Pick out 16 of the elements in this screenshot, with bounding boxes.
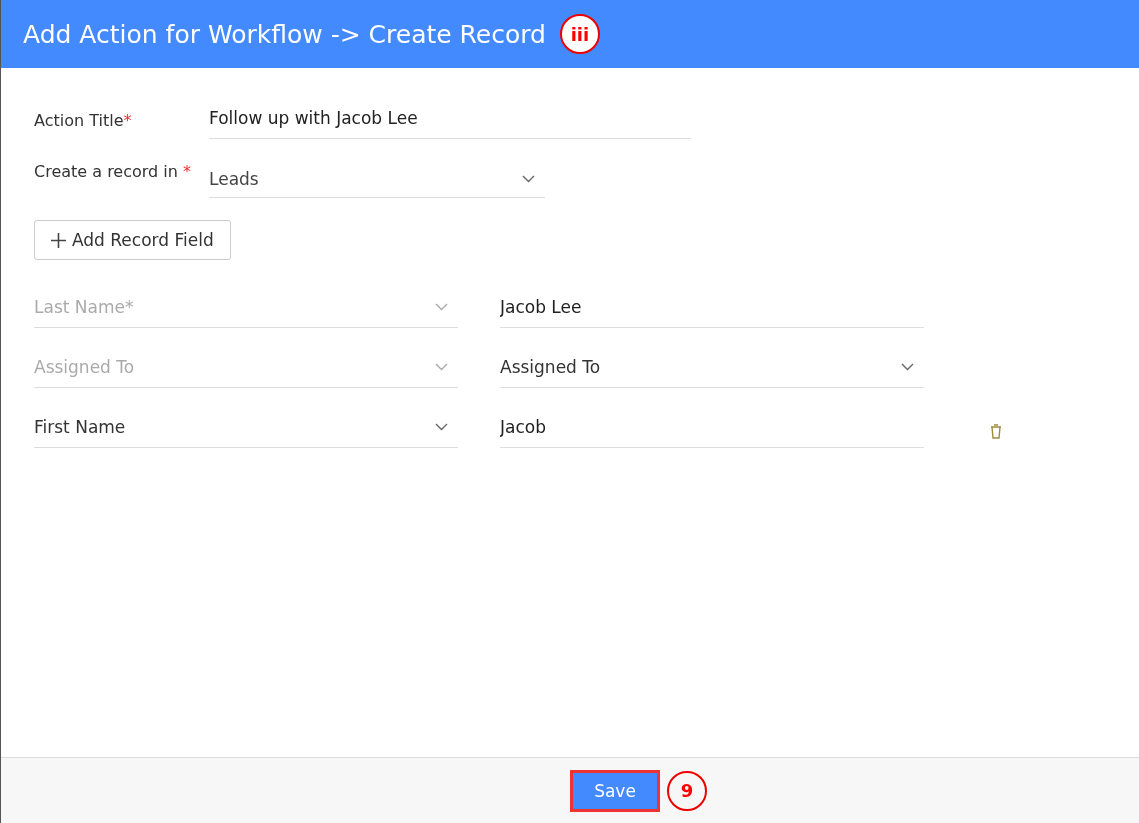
action-title-input[interactable]: Follow up with Jacob Lee — [209, 108, 691, 139]
chevron-down-icon — [901, 362, 914, 371]
callout-marker: 9 — [667, 770, 707, 811]
field-dropdown[interactable]: First Name — [34, 414, 458, 448]
chevron-down-icon — [435, 422, 448, 431]
field-label: Action Title* — [34, 110, 133, 132]
add-record-field-button[interactable]: Add Record Field — [34, 220, 231, 260]
dialog-title: Add Action for Workflow -> Create Record — [23, 19, 546, 49]
chevron-down-icon — [435, 302, 448, 311]
chevron-down-icon — [435, 362, 448, 371]
plus-icon — [51, 232, 66, 248]
module-dropdown[interactable]: Leads — [209, 169, 545, 198]
field-label: Create a record in * — [34, 161, 192, 183]
chevron-down-icon — [522, 175, 535, 183]
trash-icon[interactable] — [990, 423, 1002, 439]
callout-marker: iii — [559, 14, 600, 54]
